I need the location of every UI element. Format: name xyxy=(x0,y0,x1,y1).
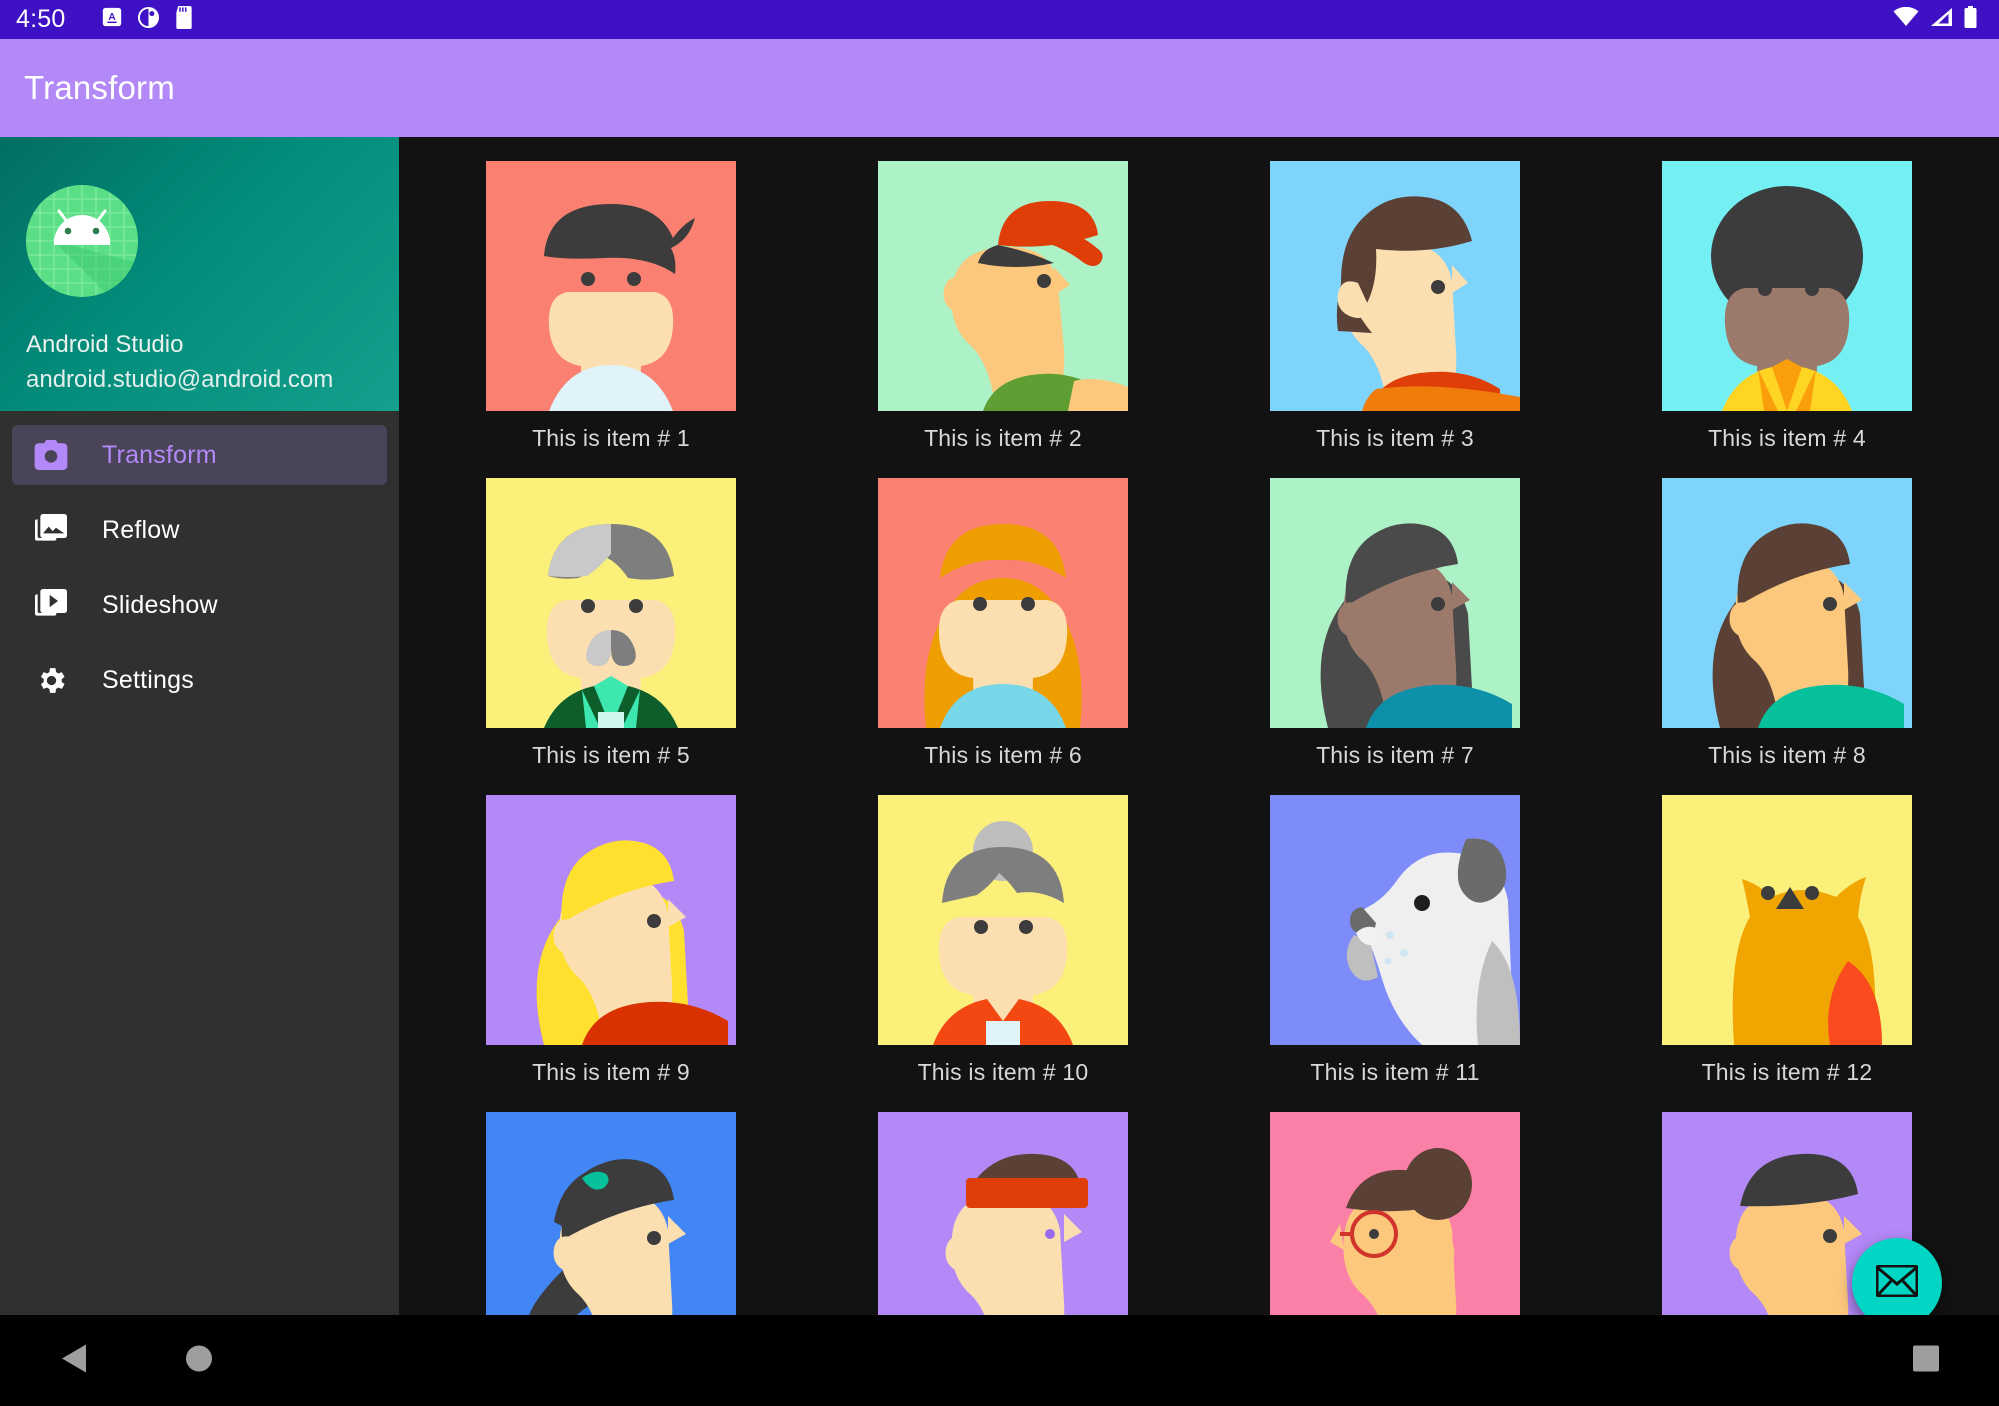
grid-item[interactable]: This is item # 8 xyxy=(1591,478,1983,795)
sidebar-item-label: Settings xyxy=(102,665,194,694)
grid-item-caption: This is item # 7 xyxy=(1316,742,1474,768)
drawer-nav-list: Transform Reflow Slideshow Settings xyxy=(0,411,399,710)
grid-item-thumbnail[interactable] xyxy=(486,1112,736,1315)
sidebar-item-transform[interactable]: Transform xyxy=(12,425,387,485)
grid-item-thumbnail[interactable] xyxy=(1270,795,1520,1045)
photo-grid: This is item # 1 This is item # 2 This i… xyxy=(399,137,1999,1315)
grid-item[interactable] xyxy=(807,1112,1199,1315)
contrast-circle-icon xyxy=(137,6,160,34)
grid-item-thumbnail[interactable] xyxy=(1270,1112,1520,1315)
grid-item[interactable]: This is item # 12 xyxy=(1591,795,1983,1112)
grid-item-thumbnail[interactable] xyxy=(1662,478,1912,728)
status-bar: 4:50 A xyxy=(0,0,1999,39)
home-circle-icon[interactable] xyxy=(185,1344,213,1377)
grid-item-thumbnail[interactable] xyxy=(486,161,736,411)
account-email: android.studio@android.com xyxy=(26,366,334,393)
grid-item-thumbnail[interactable] xyxy=(1662,795,1912,1045)
wifi-icon xyxy=(1893,6,1919,32)
envelope-icon xyxy=(1875,1264,1919,1302)
grid-item[interactable]: This is item # 4 xyxy=(1591,161,1983,478)
account-name: Android Studio xyxy=(26,331,184,358)
grid-scroll-area[interactable]: This is item # 1 This is item # 2 This i… xyxy=(399,137,1999,1315)
grid-item-thumbnail[interactable] xyxy=(1270,161,1520,411)
grid-item-thumbnail[interactable] xyxy=(1662,161,1912,411)
android-tablet-screen: 4:50 A Transform Android Studio android.… xyxy=(0,0,1999,1406)
grid-item-thumbnail[interactable] xyxy=(878,161,1128,411)
grid-item-caption: This is item # 12 xyxy=(1701,1059,1873,1085)
grid-item[interactable]: This is item # 11 xyxy=(1199,795,1591,1112)
grid-item[interactable]: This is item # 5 xyxy=(415,478,807,795)
grid-item-caption: This is item # 3 xyxy=(1316,425,1474,451)
grid-item-caption: This is item # 4 xyxy=(1708,425,1866,451)
grid-item-caption: This is item # 6 xyxy=(924,742,1082,768)
grid-item-thumbnail[interactable] xyxy=(878,478,1128,728)
system-nav-bar xyxy=(0,1315,1999,1406)
grid-item-thumbnail[interactable] xyxy=(486,795,736,1045)
video-library-icon xyxy=(30,589,72,621)
back-triangle-icon[interactable] xyxy=(60,1343,88,1378)
app-bar: Transform xyxy=(0,39,1999,137)
sidebar-item-reflow[interactable]: Reflow xyxy=(12,500,387,560)
grid-item[interactable]: This is item # 10 xyxy=(807,795,1199,1112)
grid-item-thumbnail[interactable] xyxy=(486,478,736,728)
sidebar-item-label: Reflow xyxy=(102,515,180,544)
photo-library-icon xyxy=(30,514,72,546)
grid-item[interactable] xyxy=(1199,1112,1591,1315)
battery-icon xyxy=(1964,6,1977,33)
grid-item-caption: This is item # 1 xyxy=(532,425,690,451)
drawer-header: Android Studio android.studio@android.co… xyxy=(0,137,399,411)
android-studio-logo xyxy=(26,185,138,297)
sidebar-item-label: Slideshow xyxy=(102,590,218,619)
grid-item-thumbnail[interactable] xyxy=(878,1112,1128,1315)
grid-item-caption: This is item # 8 xyxy=(1708,742,1866,768)
status-bar-right xyxy=(1893,6,1983,33)
sd-card-icon xyxy=(174,5,194,34)
sidebar-item-slideshow[interactable]: Slideshow xyxy=(12,575,387,635)
grid-item-caption: This is item # 9 xyxy=(532,1059,690,1085)
grid-item[interactable] xyxy=(415,1112,807,1315)
grid-item[interactable]: This is item # 1 xyxy=(415,161,807,478)
navigation-drawer: Android Studio android.studio@android.co… xyxy=(0,137,399,1315)
status-bar-left: 4:50 A xyxy=(16,5,194,34)
page-title: Transform xyxy=(24,69,175,106)
cell-signal-icon xyxy=(1930,7,1953,32)
grid-item-thumbnail[interactable] xyxy=(1270,478,1520,728)
grid-item[interactable]: This is item # 9 xyxy=(415,795,807,1112)
grid-item-thumbnail[interactable] xyxy=(878,795,1128,1045)
grid-item[interactable]: This is item # 7 xyxy=(1199,478,1591,795)
sidebar-item-label: Transform xyxy=(102,440,217,469)
gear-icon xyxy=(30,664,72,697)
grid-item[interactable]: This is item # 3 xyxy=(1199,161,1591,478)
grid-item[interactable]: This is item # 6 xyxy=(807,478,1199,795)
sidebar-item-settings[interactable]: Settings xyxy=(12,650,387,710)
recents-square-icon[interactable] xyxy=(1913,1345,1939,1376)
grid-item-caption: This is item # 5 xyxy=(532,742,690,768)
alarm-letter-icon: A xyxy=(101,6,123,33)
grid-item-caption: This is item # 11 xyxy=(1310,1059,1480,1085)
svg-text:A: A xyxy=(109,12,117,23)
grid-item-caption: This is item # 10 xyxy=(917,1059,1089,1085)
grid-item[interactable]: This is item # 2 xyxy=(807,161,1199,478)
status-clock: 4:50 xyxy=(16,5,66,33)
grid-item-caption: This is item # 2 xyxy=(924,425,1082,451)
camera-icon xyxy=(30,440,72,470)
